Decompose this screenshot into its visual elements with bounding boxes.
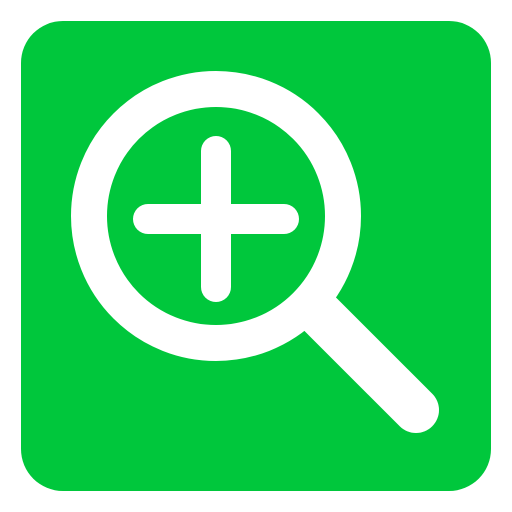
zoom-in-app-icon[interactable] <box>0 0 512 512</box>
plus-icon <box>133 136 299 302</box>
magnifier-handle-icon <box>295 289 439 433</box>
zoom-in-icon <box>71 71 439 433</box>
